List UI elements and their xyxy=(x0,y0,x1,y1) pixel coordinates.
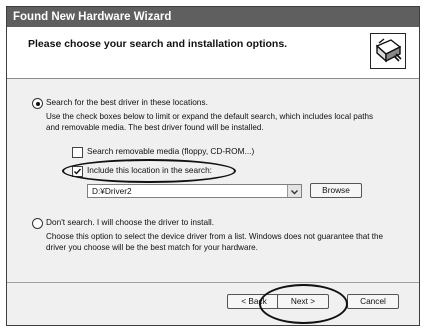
include-location-label[interactable]: Include this location in the search: xyxy=(87,165,212,176)
wizard-window: Found New Hardware Wizard Please choose … xyxy=(6,6,420,326)
include-location-checkbox[interactable] xyxy=(72,166,83,177)
combobox-dropdown-button[interactable] xyxy=(287,185,301,197)
next-button[interactable]: Next > xyxy=(277,294,329,309)
hardware-install-icon xyxy=(370,33,406,69)
search-description: Use the check boxes below to limit or ex… xyxy=(46,112,374,132)
browse-button[interactable]: Browse xyxy=(310,183,362,198)
wizard-header: Please choose your search and installati… xyxy=(7,27,419,79)
back-button[interactable]: < Back xyxy=(227,294,281,309)
location-value: D:¥Driver2 xyxy=(92,186,132,196)
manual-radio[interactable] xyxy=(32,218,43,229)
removable-media-checkbox[interactable] xyxy=(72,147,83,158)
header-title: Please choose your search and installati… xyxy=(28,38,288,50)
footer-separator xyxy=(7,282,419,283)
removable-media-label[interactable]: Search removable media (floppy, CD-ROM..… xyxy=(87,146,254,157)
search-radio-label[interactable]: Search for the best driver in these loca… xyxy=(46,97,208,108)
options-panel: Search for the best driver in these loca… xyxy=(7,79,419,279)
location-combobox[interactable]: D:¥Driver2 xyxy=(87,184,302,198)
cancel-button[interactable]: Cancel xyxy=(347,294,399,309)
manual-radio-label[interactable]: Don't search. I will choose the driver t… xyxy=(46,217,214,228)
window-title: Found New Hardware Wizard xyxy=(7,7,419,27)
manual-description: Choose this option to select the device … xyxy=(46,232,383,252)
checkmark-icon xyxy=(74,168,82,175)
chevron-down-icon xyxy=(291,190,298,195)
search-radio[interactable] xyxy=(32,98,43,109)
